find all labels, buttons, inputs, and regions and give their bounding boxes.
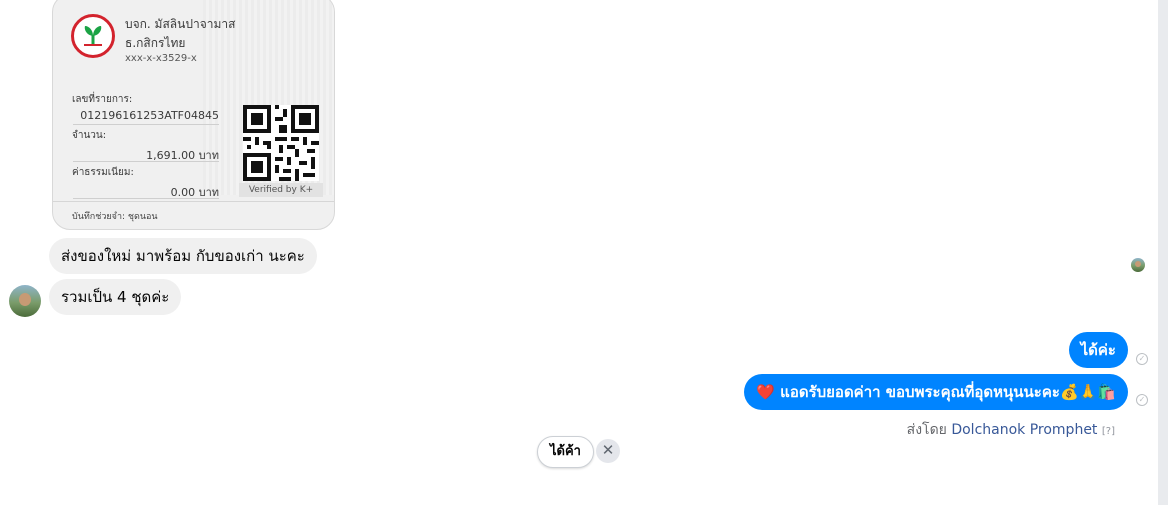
receipt-divider xyxy=(73,124,219,125)
scrollbar[interactable] xyxy=(1158,0,1168,505)
kbank-logo-icon xyxy=(71,14,115,58)
receipt-divider xyxy=(73,198,219,199)
receipt-amount-label: จำนวน: xyxy=(72,130,107,141)
sent-by-label: ส่งโดย Dolchanok Promphet [?] xyxy=(907,419,1115,441)
transfer-receipt-image[interactable]: บจก. มัสลินปาจามาส ธ.กสิกรไทย xxx-x-x352… xyxy=(52,0,335,230)
outgoing-message[interactable]: ได้ค่ะ xyxy=(1068,332,1128,368)
read-receipt-avatar xyxy=(1131,258,1145,272)
receipt-company: บจก. มัสลินปาจามาส xyxy=(125,17,236,31)
receipt-divider xyxy=(53,201,334,202)
incoming-message[interactable]: รวมเป็น 4 ชุดค่ะ xyxy=(49,279,182,315)
receipt-fee-label: ค่าธรรมเนียม: xyxy=(72,167,134,178)
help-link[interactable]: [?] xyxy=(1102,426,1115,437)
receipt-ref-value: 012196161253ATF04845 xyxy=(80,109,219,122)
sender-avatar[interactable] xyxy=(9,285,41,317)
receipt-bank: ธ.กสิกรไทย xyxy=(125,36,186,50)
receipt-divider xyxy=(73,161,219,162)
quick-reply-button[interactable]: ได้ค้า xyxy=(537,436,594,468)
qr-code-icon xyxy=(243,105,319,181)
sent-by-name[interactable]: Dolchanok Promphet xyxy=(951,422,1097,438)
outgoing-message[interactable]: ❤️ แอดรับยอดค่าา ขอบพระคุณที่อุดหนุนนะคะ… xyxy=(744,374,1128,410)
delivered-check-icon: ✓ xyxy=(1136,353,1148,365)
verified-badge: Verified by K+ xyxy=(239,183,323,197)
delivered-check-icon: ✓ xyxy=(1136,394,1148,406)
receipt-account: xxx-x-x3529-x xyxy=(125,53,197,64)
sent-by-prefix: ส่งโดย xyxy=(906,422,952,438)
close-icon[interactable]: ✕ xyxy=(596,439,620,463)
incoming-message[interactable]: ส่งของใหม่ มาพร้อม กับของเก่า นะคะ xyxy=(49,238,317,274)
receipt-ref-label: เลขที่รายการ: xyxy=(72,94,133,105)
receipt-memo: บันทึกช่วยจำ: ชุดนอน xyxy=(72,212,158,222)
